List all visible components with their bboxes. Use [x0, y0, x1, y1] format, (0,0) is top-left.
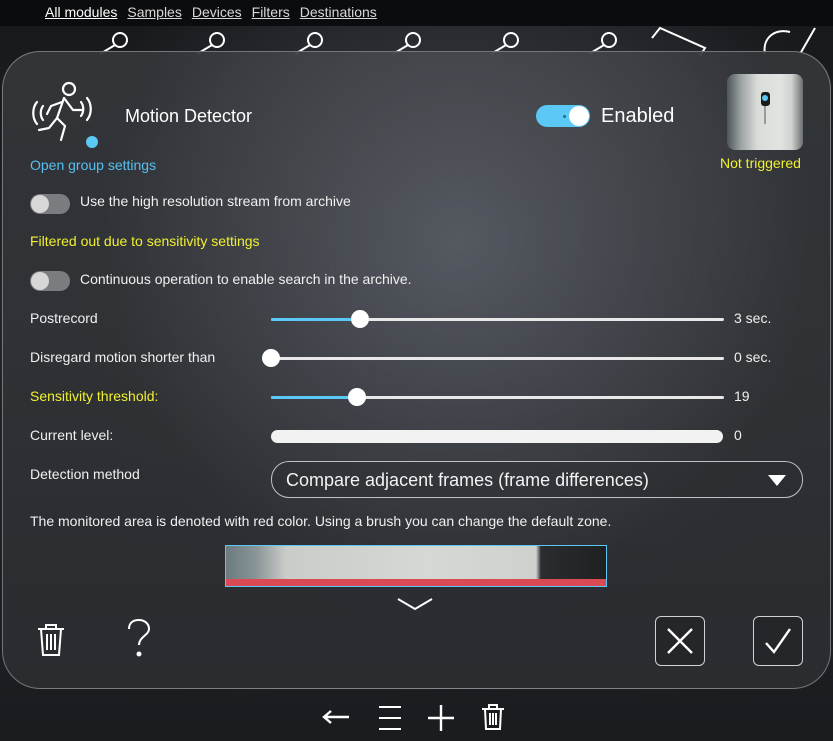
top-bar: All modules Samples Devices Filters Dest… [0, 0, 833, 26]
trigger-status: Not triggered [720, 155, 801, 171]
postrecord-slider[interactable] [271, 310, 724, 328]
nav-destinations[interactable]: Destinations [300, 4, 377, 20]
chevron-down-icon[interactable] [396, 597, 434, 618]
bottom-toolbar [0, 692, 833, 741]
high-res-toggle[interactable] [30, 194, 70, 214]
high-res-label: Use the high resolution stream from arch… [80, 193, 351, 209]
hamburger-icon[interactable] [378, 705, 402, 736]
sensitivity-slider[interactable] [271, 388, 724, 406]
current-level-value: 0 [734, 427, 742, 443]
slider-thumb[interactable] [348, 388, 366, 406]
zone-note: The monitored area is denoted with red c… [30, 513, 612, 529]
enabled-label: Enabled [601, 105, 675, 127]
monitored-zone [226, 579, 606, 586]
filtered-note: Filtered out due to sensitivity settings [30, 233, 260, 249]
open-group-settings-link[interactable]: Open group settings [30, 157, 156, 173]
detection-method-label: Detection method [30, 466, 140, 482]
close-icon [667, 628, 693, 654]
caret-down-icon [768, 474, 786, 492]
nav-filters[interactable]: Filters [252, 4, 290, 20]
module-title: Motion Detector [125, 106, 253, 126]
nav-all-modules[interactable]: All modules [45, 4, 117, 20]
slider-thumb[interactable] [262, 349, 280, 367]
current-level-bar [271, 430, 723, 443]
module-settings-dialog: Motion Detector Enabled Not triggered Op… [2, 51, 831, 689]
arrow-left-icon[interactable] [322, 709, 350, 730]
disregard-value: 0 sec. [734, 349, 772, 365]
continuous-label: Continuous operation to enable search in… [80, 271, 412, 287]
toggle-knob [31, 272, 49, 290]
detection-method-value: Compare adjacent frames (frame differenc… [286, 470, 649, 490]
postrecord-value: 3 sec. [734, 310, 772, 326]
trash-icon[interactable] [481, 704, 505, 735]
running-person-icon [29, 80, 101, 150]
current-level-label: Current level: [30, 427, 114, 443]
top-nav: All modules Samples Devices Filters Dest… [45, 4, 377, 20]
enabled-toggle[interactable] [536, 105, 590, 127]
checkmark-icon [765, 628, 791, 654]
disregard-slider[interactable] [262, 349, 724, 367]
question-mark-icon[interactable] [126, 618, 152, 664]
toggle-dot [563, 115, 566, 118]
sensitivity-value: 19 [734, 388, 750, 404]
toggle-knob [31, 195, 49, 213]
disregard-label: Disregard motion shorter than [30, 349, 216, 365]
postrecord-label: Postrecord [30, 310, 98, 326]
nav-devices[interactable]: Devices [192, 4, 242, 20]
plus-icon[interactable] [427, 704, 455, 737]
cancel-button[interactable] [655, 616, 705, 666]
zone-preview[interactable] [225, 545, 607, 587]
sensitivity-label: Sensitivity threshold: [30, 388, 159, 404]
slider-fill [271, 396, 357, 399]
continuous-toggle[interactable] [30, 271, 70, 291]
slider-fill [271, 318, 360, 321]
slider-thumb[interactable] [351, 310, 369, 328]
nav-samples[interactable]: Samples [127, 4, 181, 20]
detection-method-select[interactable]: Compare adjacent frames (frame differenc… [271, 461, 803, 498]
camera-thumbnail [727, 74, 803, 150]
trash-icon[interactable] [36, 623, 66, 662]
confirm-button[interactable] [753, 616, 803, 666]
toggle-knob [569, 106, 589, 126]
